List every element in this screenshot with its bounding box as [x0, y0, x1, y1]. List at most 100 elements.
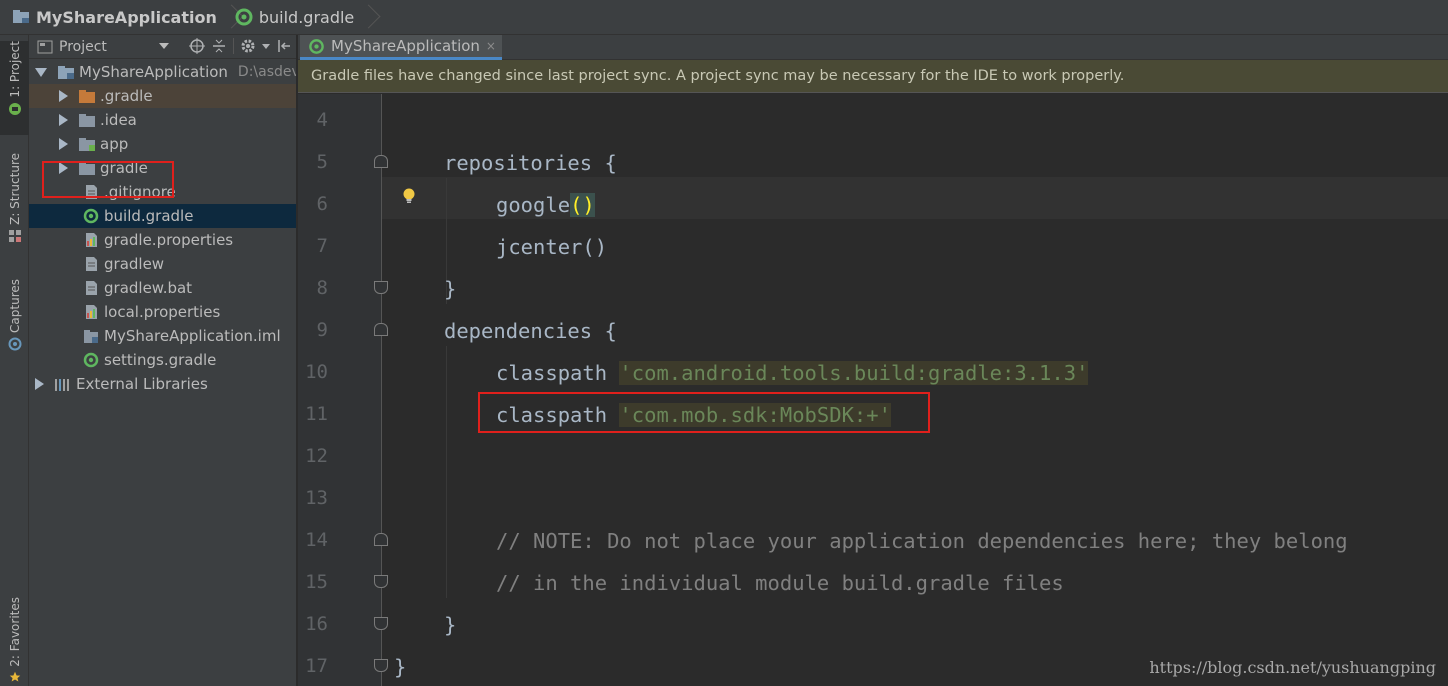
- gear-icon[interactable]: [240, 38, 256, 54]
- tree-item-build-gradle[interactable]: build.gradle: [29, 204, 296, 228]
- project-panel: Project MyShareApplication D:\asdev .gra…: [29, 35, 297, 686]
- editor-tab-label: MyShareApplication: [331, 37, 480, 55]
- expand-arrow-icon[interactable]: [59, 114, 68, 126]
- tool-tab-structure-label: Z: Structure: [7, 153, 22, 225]
- tree-item-root[interactable]: MyShareApplication D:\asdev: [29, 60, 297, 84]
- close-icon[interactable]: ×: [486, 39, 496, 53]
- camera-icon: [8, 337, 21, 351]
- line-number: 13: [305, 487, 328, 509]
- line-number: 15: [305, 571, 328, 593]
- breadcrumb-file-label: build.gradle: [258, 7, 355, 27]
- tree-item-label: .idea: [100, 111, 137, 129]
- lightbulb-icon[interactable]: [402, 187, 416, 205]
- highlight-box-classpath: [478, 392, 930, 433]
- collapse-all-icon[interactable]: [211, 38, 227, 54]
- fold-marker-icon[interactable]: [374, 281, 388, 294]
- code-comment: // in the individual module build.gradle…: [496, 571, 1064, 595]
- tree-item-label: settings.gradle: [104, 351, 217, 369]
- fold-marker-icon[interactable]: [374, 617, 388, 630]
- sync-notification-banner: Gradle files have changed since last pro…: [298, 60, 1448, 93]
- expand-arrow-icon[interactable]: [35, 67, 47, 77]
- code-line: google(): [496, 193, 595, 217]
- project-view-selector[interactable]: Project: [59, 39, 107, 55]
- tree-item-dot-gradle[interactable]: .gradle: [29, 84, 296, 108]
- tool-tab-favorites[interactable]: 2: Favorites: [0, 597, 29, 686]
- tree-item-local-properties[interactable]: local.properties: [29, 300, 296, 324]
- tree-item-gradlew[interactable]: gradlew: [29, 252, 296, 276]
- matched-paren: (): [570, 193, 595, 217]
- line-number: 12: [305, 445, 328, 467]
- fold-marker-icon[interactable]: [374, 155, 388, 168]
- line-number: 10: [305, 361, 328, 383]
- hide-panel-icon[interactable]: [276, 38, 292, 54]
- code-line: repositories {: [444, 151, 617, 175]
- toolbar-divider: [233, 38, 234, 54]
- breadcrumb-file[interactable]: build.gradle: [235, 0, 372, 35]
- line-number: 17: [305, 655, 328, 677]
- tree-item-label: gradlew: [104, 255, 165, 273]
- file-icon: [86, 281, 97, 295]
- structure-icon: [8, 229, 21, 242]
- gradle-icon: [83, 352, 99, 368]
- line-number: 9: [316, 319, 328, 341]
- tree-item-label: local.properties: [104, 303, 221, 321]
- project-view-icon: [37, 40, 53, 53]
- chevron-down-icon[interactable]: [159, 43, 169, 49]
- project-panel-tools: [189, 38, 292, 54]
- fold-marker-icon[interactable]: [374, 533, 388, 546]
- line-number: 11: [305, 403, 328, 425]
- tree-item-path: D:\asdev: [237, 64, 297, 80]
- gear-dropdown-icon[interactable]: [262, 43, 270, 49]
- editor-tab-bar: MyShareApplication ×: [298, 35, 1448, 60]
- line-number: 14: [305, 529, 328, 551]
- editor-tab[interactable]: MyShareApplication ×: [300, 35, 502, 60]
- gutter: [298, 94, 382, 686]
- project-folder-icon: [58, 66, 74, 79]
- gradle-icon: [83, 208, 99, 224]
- editor: MyShareApplication × Gradle files have c…: [298, 35, 1448, 686]
- code-line: classpath 'com.android.tools.build:gradl…: [496, 361, 1089, 385]
- tree-item-label: build.gradle: [104, 207, 194, 225]
- tree-item-idea[interactable]: .idea: [29, 108, 296, 132]
- tool-tab-project-label: 1: Project: [7, 41, 22, 98]
- tree-item-label: External Libraries: [76, 375, 208, 393]
- project-folder-icon: [13, 10, 29, 23]
- tree-item-label: gradlew.bat: [104, 279, 193, 297]
- module-folder-icon: [79, 138, 95, 151]
- highlight-box-build-gradle: [42, 161, 174, 198]
- line-number: 8: [316, 277, 328, 299]
- expand-arrow-icon[interactable]: [59, 138, 68, 150]
- folder-orange-icon: [79, 90, 95, 103]
- expand-arrow-icon[interactable]: [35, 378, 44, 390]
- tree-item-external-libraries[interactable]: External Libraries: [29, 372, 296, 396]
- tree-item-app[interactable]: app: [29, 132, 296, 156]
- sync-banner-text: Gradle files have changed since last pro…: [311, 68, 1125, 84]
- tree-item-iml[interactable]: MyShareApplication.iml: [29, 324, 296, 348]
- tree-item-gradlew-bat[interactable]: gradlew.bat: [29, 276, 296, 300]
- locate-icon[interactable]: [189, 38, 205, 54]
- fold-marker-icon[interactable]: [374, 323, 388, 336]
- line-number: 16: [305, 613, 328, 635]
- gradle-icon: [309, 38, 324, 54]
- tool-tab-project[interactable]: 1: Project: [0, 41, 29, 135]
- line-number: 4: [316, 109, 328, 131]
- code-string: 'com.android.tools.build:gradle:3.1.3': [619, 361, 1089, 385]
- tree-item-gradle-properties[interactable]: gradle.properties: [29, 228, 296, 252]
- fold-marker-icon[interactable]: [374, 659, 388, 672]
- tree-item-label: app: [100, 135, 129, 153]
- tree-item-label: MyShareApplication.iml: [104, 327, 281, 345]
- expand-arrow-icon[interactable]: [59, 90, 68, 102]
- breadcrumb-project-label: MyShareApplication: [36, 7, 217, 27]
- line-number: 5: [316, 151, 328, 173]
- fold-marker-icon[interactable]: [374, 575, 388, 588]
- watermark: https://blog.csdn.net/yushuangping: [1149, 658, 1436, 677]
- navigation-bar: MyShareApplication build.gradle: [0, 0, 1448, 35]
- code-line: }: [394, 655, 407, 679]
- breadcrumb-project[interactable]: MyShareApplication: [12, 0, 235, 35]
- tool-tab-captures[interactable]: Captures: [0, 279, 29, 361]
- tool-tab-structure[interactable]: Z: Structure: [0, 153, 29, 253]
- tool-tab-favorites-label: 2: Favorites: [7, 597, 22, 667]
- tree-item-label: .gradle: [100, 87, 153, 105]
- code-area[interactable]: 4 5 6 7 8 9 10 11 12 13 14 15 16 17 repo…: [298, 94, 1448, 686]
- tree-item-settings-gradle[interactable]: settings.gradle: [29, 348, 296, 372]
